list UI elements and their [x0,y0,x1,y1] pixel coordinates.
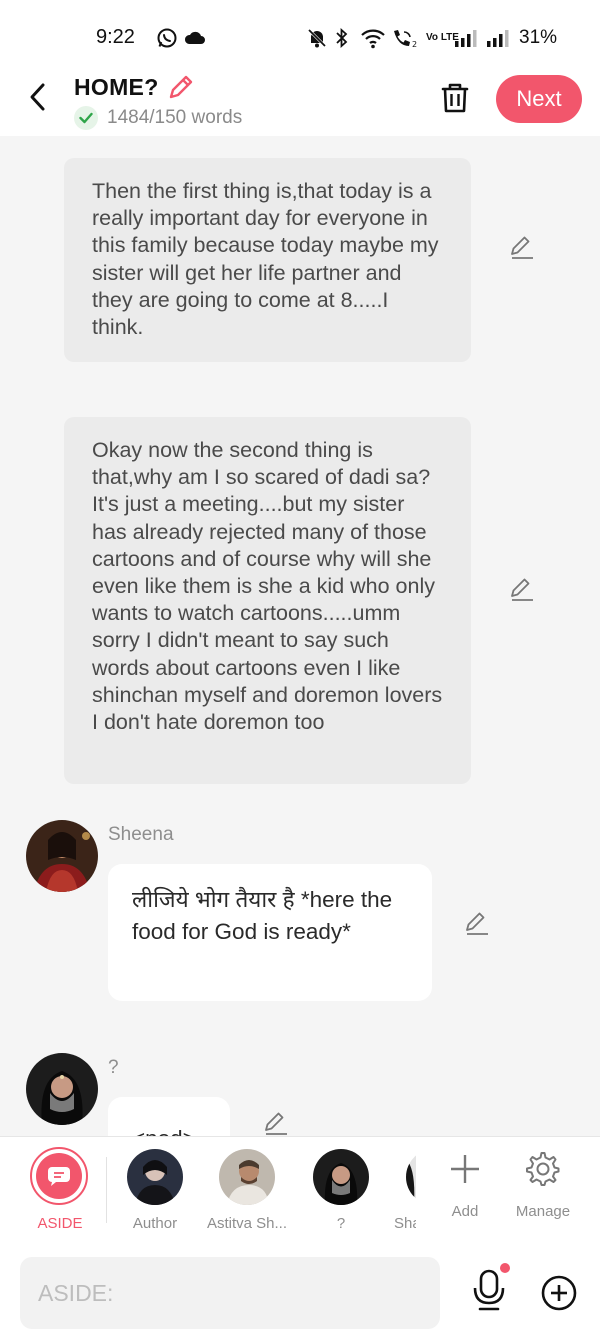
character-label: Author [132,1215,178,1232]
word-count: 1484/150 words [107,107,243,128]
message-bubble[interactable]: लीजिये भोग तैयार है *here the food for G… [108,864,432,1001]
speaker-name: Sheena [108,824,174,845]
plus-circle-icon [541,1275,577,1311]
check-icon [74,106,98,130]
signal-sim1-icon [454,27,480,49]
delete-button[interactable] [438,80,472,116]
edit-pencil-icon[interactable] [262,1110,290,1136]
manage-characters-button[interactable]: Manage [508,1137,578,1245]
wifi-icon [360,27,386,49]
narration-block-1[interactable]: Then the first thing is,that today is a … [64,158,471,362]
add-label: Add [451,1203,479,1220]
whatsapp-icon [156,27,178,49]
add-character-button[interactable]: Add [434,1137,496,1245]
speaker-name: ? [108,1057,119,1078]
aside-input[interactable] [20,1257,440,1329]
back-button[interactable] [22,80,52,114]
unknown-character-avatar[interactable] [26,1053,98,1125]
sheena-avatar[interactable] [26,820,98,892]
character-label: Astitva Sh... [206,1215,288,1232]
author-avatar [127,1149,183,1205]
character-label: Sha [394,1215,416,1232]
microphone-button[interactable] [470,1266,510,1316]
character-aside[interactable]: ASIDE [28,1137,92,1245]
character-author[interactable]: Author [120,1137,190,1245]
wifi-calling-icon: 2 [390,27,420,49]
svg-text:2: 2 [412,40,417,49]
editor-header: HOME? 1484/150 words Next [0,72,600,136]
aside-chat-icon [36,1153,82,1199]
bluetooth-icon [334,27,350,49]
unknown-avatar [313,1149,369,1205]
trash-icon [441,83,469,113]
narration-block-2[interactable]: Okay now the second thing is that,why am… [64,417,471,784]
divider [106,1157,107,1223]
message-bubble[interactable]: <nod> [108,1097,230,1136]
story-editor-screen: 9:22 2 Vo LTE 31% HOME? 1484/150 words N… [0,0,600,1340]
next-button[interactable]: Next [496,75,582,123]
status-time: 9:22 [96,26,135,48]
story-title[interactable]: HOME? [74,74,159,101]
mute-bell-icon [306,27,328,49]
recording-dot [500,1263,510,1273]
battery-percent: 31% [519,27,558,48]
character-selector-bar: ASIDE Author Astitva Sh... ? Sh a [0,1136,600,1244]
status-bar: 9:22 2 Vo LTE 31% [0,0,600,72]
microphone-icon [473,1269,505,1311]
add-content-button[interactable] [540,1274,578,1312]
word-count-row: 1484/150 words [74,106,242,130]
edit-pencil-icon[interactable] [463,910,491,938]
plus-icon [449,1153,481,1185]
cloud-icon [184,27,206,49]
sha-avatar [406,1149,416,1205]
edit-title-pencil-icon[interactable] [166,72,196,102]
character-unknown[interactable]: ? [306,1137,376,1245]
character-sha[interactable]: Sha [392,1137,416,1245]
compose-bar [0,1244,600,1340]
gear-icon [525,1151,561,1187]
edit-pencil-icon[interactable] [508,234,536,262]
character-label: ASIDE [37,1215,83,1232]
manage-label: Manage [515,1203,571,1220]
astitva-avatar [219,1149,275,1205]
signal-sim2-icon [486,27,512,49]
chevron-left-icon [30,83,45,111]
character-astitva[interactable]: Astitva Sh... [204,1137,290,1245]
aside-selected-ring [30,1147,88,1205]
character-label: ? [336,1215,346,1232]
edit-pencil-icon[interactable] [508,576,536,604]
story-feed[interactable]: Then the first thing is,that today is a … [0,136,600,1136]
